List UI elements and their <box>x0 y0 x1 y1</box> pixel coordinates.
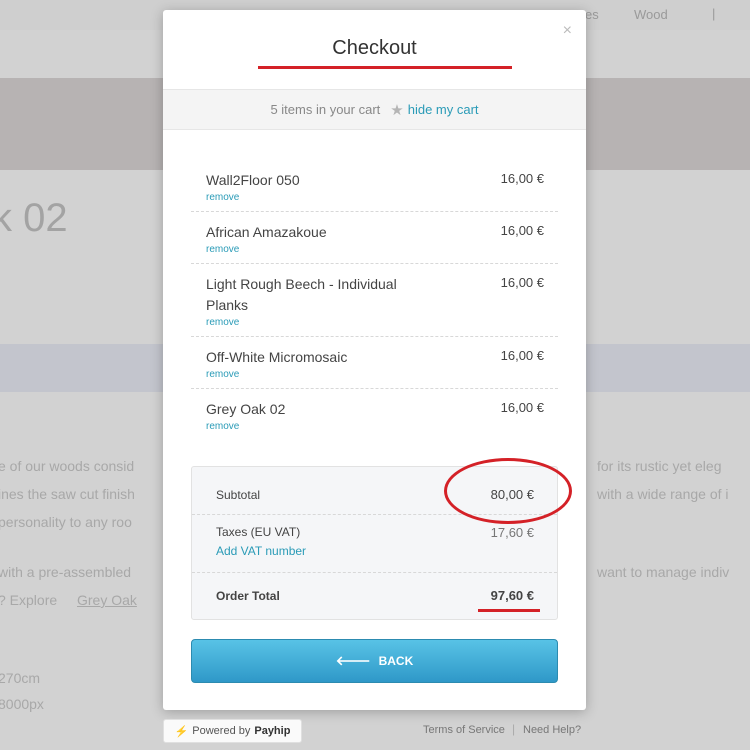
background-text-line: ? Explore <box>0 592 58 608</box>
background-text-line: 270cm <box>0 670 41 686</box>
background-text-line: e of our woods consid <box>0 458 135 474</box>
order-total-row: Order Total 97,60 € <box>192 573 557 619</box>
background-text-line: want to manage indiv <box>597 564 730 580</box>
background-text-line: for its rustic yet eleg <box>597 458 722 474</box>
item-price: 16,00 € <box>500 171 544 186</box>
remove-item-link[interactable]: remove <box>206 244 544 255</box>
cart-summary-bar: 5 items in your cart ★ hide my cart <box>163 90 586 130</box>
item-name: Light Rough Beech - Individual Planks <box>206 276 397 313</box>
background-product-title: k 02 <box>0 196 68 240</box>
background-text-line: with a pre-assembled <box>0 564 132 580</box>
need-help-link[interactable]: Need Help? <box>523 724 581 736</box>
item-name: African Amazakoue <box>206 224 327 240</box>
subtotal-label: Subtotal <box>216 488 261 502</box>
lightning-bolt-icon: ⚡ <box>174 725 189 738</box>
background-text-line: ines the saw cut finish <box>0 486 135 502</box>
background-nav-woods: Wood <box>634 7 668 22</box>
cart-item: African Amazakoue remove 16,00 € <box>191 212 558 264</box>
order-total-label: Order Total <box>216 589 280 603</box>
powered-by-label: Powered by <box>192 725 251 737</box>
background-nav-item: es <box>585 7 599 22</box>
footer-separator: | <box>512 722 516 736</box>
cart-item: Wall2Floor 050 remove 16,00 € <box>191 160 558 212</box>
taxes-label: Taxes (EU VAT) <box>216 525 301 539</box>
item-price: 16,00 € <box>500 275 544 290</box>
remove-item-link[interactable]: remove <box>206 192 544 203</box>
item-name: Off-White Micromosaic <box>206 349 348 365</box>
item-name: Grey Oak 02 <box>206 401 286 417</box>
title-annotation-underline <box>258 66 512 69</box>
payhip-brand: Payhip <box>254 725 291 737</box>
modal-header: Checkout × <box>163 10 586 90</box>
subtotal-annotation-circle <box>444 458 572 524</box>
cart-item: Off-White Micromosaic remove 16,00 € <box>191 337 558 389</box>
cart-item: Light Rough Beech - Individual Planks re… <box>191 264 558 337</box>
item-price: 16,00 € <box>500 348 544 363</box>
order-total-value: 97,60 € <box>490 588 534 603</box>
cart-item-count: 5 items in your cart <box>270 102 381 117</box>
hide-cart-label: hide my cart <box>407 102 479 117</box>
checkout-modal: Checkout × 5 items in your cart ★ hide m… <box>163 10 586 710</box>
terms-of-service-link[interactable]: Terms of Service <box>423 724 505 736</box>
modal-title: Checkout <box>332 37 417 59</box>
powered-by-payhip-badge[interactable]: ⚡ Powered by Payhip <box>163 719 302 743</box>
add-vat-number-link[interactable]: Add VAT number <box>216 544 306 558</box>
cart-item: Grey Oak 02 remove 16,00 € <box>191 389 558 440</box>
remove-item-link[interactable]: remove <box>206 421 544 432</box>
star-icon: ★ <box>390 101 404 119</box>
back-button[interactable]: 🡐 BACK <box>191 639 558 683</box>
item-price: 16,00 € <box>500 400 544 415</box>
close-icon[interactable]: × <box>563 22 572 40</box>
cart-item-list: Wall2Floor 050 remove 16,00 € African Am… <box>191 160 558 440</box>
item-name: Wall2Floor 050 <box>206 172 300 188</box>
background-text-line: 8000px <box>0 696 44 712</box>
back-button-label: BACK <box>378 654 414 668</box>
remove-item-link[interactable]: remove <box>206 369 544 380</box>
background-text-line: with a wide range of i <box>597 486 729 502</box>
taxes-value: 17,60 € <box>490 525 534 540</box>
background-text-line: personality to any roo <box>0 514 132 530</box>
background-nav-separator: | <box>712 6 716 21</box>
hide-cart-link[interactable]: ★ hide my cart <box>390 101 478 119</box>
item-price: 16,00 € <box>500 223 544 238</box>
remove-item-link[interactable]: remove <box>206 317 544 328</box>
arrow-left-icon: 🡐 <box>335 653 371 668</box>
order-total-annotation-underline <box>478 609 540 612</box>
background-text-link: Grey Oak <box>77 592 137 608</box>
